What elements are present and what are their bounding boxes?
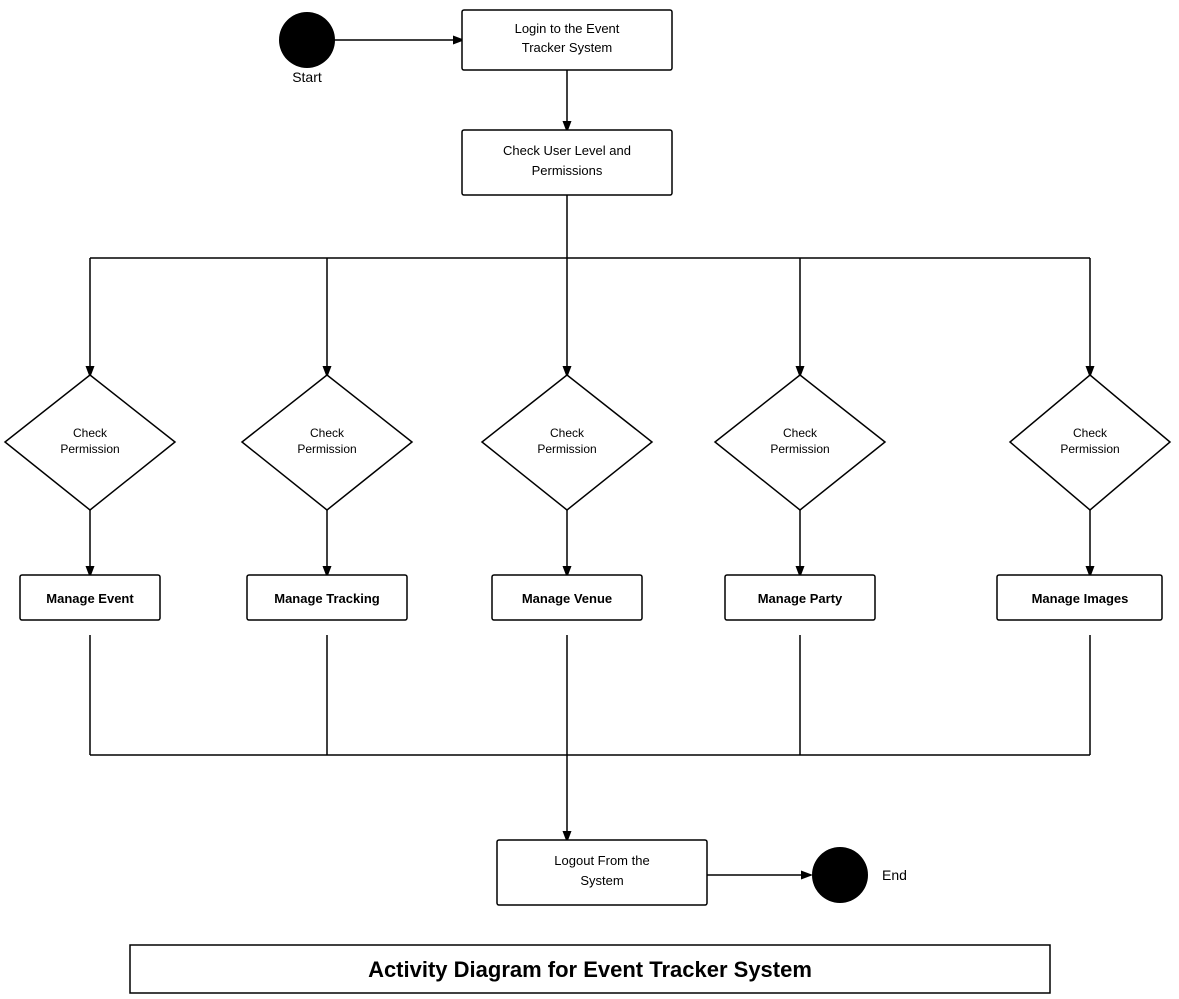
diamond-5-text-2: Permission: [1060, 442, 1119, 456]
login-text-2: Tracker System: [522, 40, 613, 55]
diamond-5-text-1: Check: [1073, 426, 1108, 440]
check-user-text-1: Check User Level and: [503, 143, 631, 158]
manage-images-text: Manage Images: [1032, 591, 1129, 606]
manage-venue-text: Manage Venue: [522, 591, 612, 606]
logout-text-2: System: [580, 873, 623, 888]
activity-diagram: Start Login to the Event Tracker System …: [0, 0, 1179, 994]
diagram-title: Activity Diagram for Event Tracker Syste…: [368, 957, 812, 982]
diamond-1-text-2: Permission: [60, 442, 119, 456]
login-text-1: Login to the Event: [515, 21, 620, 36]
manage-party-text: Manage Party: [758, 591, 843, 606]
end-circle: [812, 847, 868, 903]
logout-text-1: Logout From the: [554, 853, 649, 868]
diamond-2-text-1: Check: [310, 426, 345, 440]
manage-event-text: Manage Event: [46, 591, 134, 606]
diamond-1-text-1: Check: [73, 426, 108, 440]
check-user-text-2: Permissions: [532, 163, 603, 178]
diamond-4-text-1: Check: [783, 426, 818, 440]
diamond-4-text-2: Permission: [770, 442, 829, 456]
manage-tracking-text: Manage Tracking: [274, 591, 380, 606]
diamond-2-text-2: Permission: [297, 442, 356, 456]
start-circle: [279, 12, 335, 68]
start-label: Start: [292, 69, 322, 85]
diamond-3-text-1: Check: [550, 426, 585, 440]
end-label: End: [882, 867, 907, 883]
diamond-3-text-2: Permission: [537, 442, 596, 456]
